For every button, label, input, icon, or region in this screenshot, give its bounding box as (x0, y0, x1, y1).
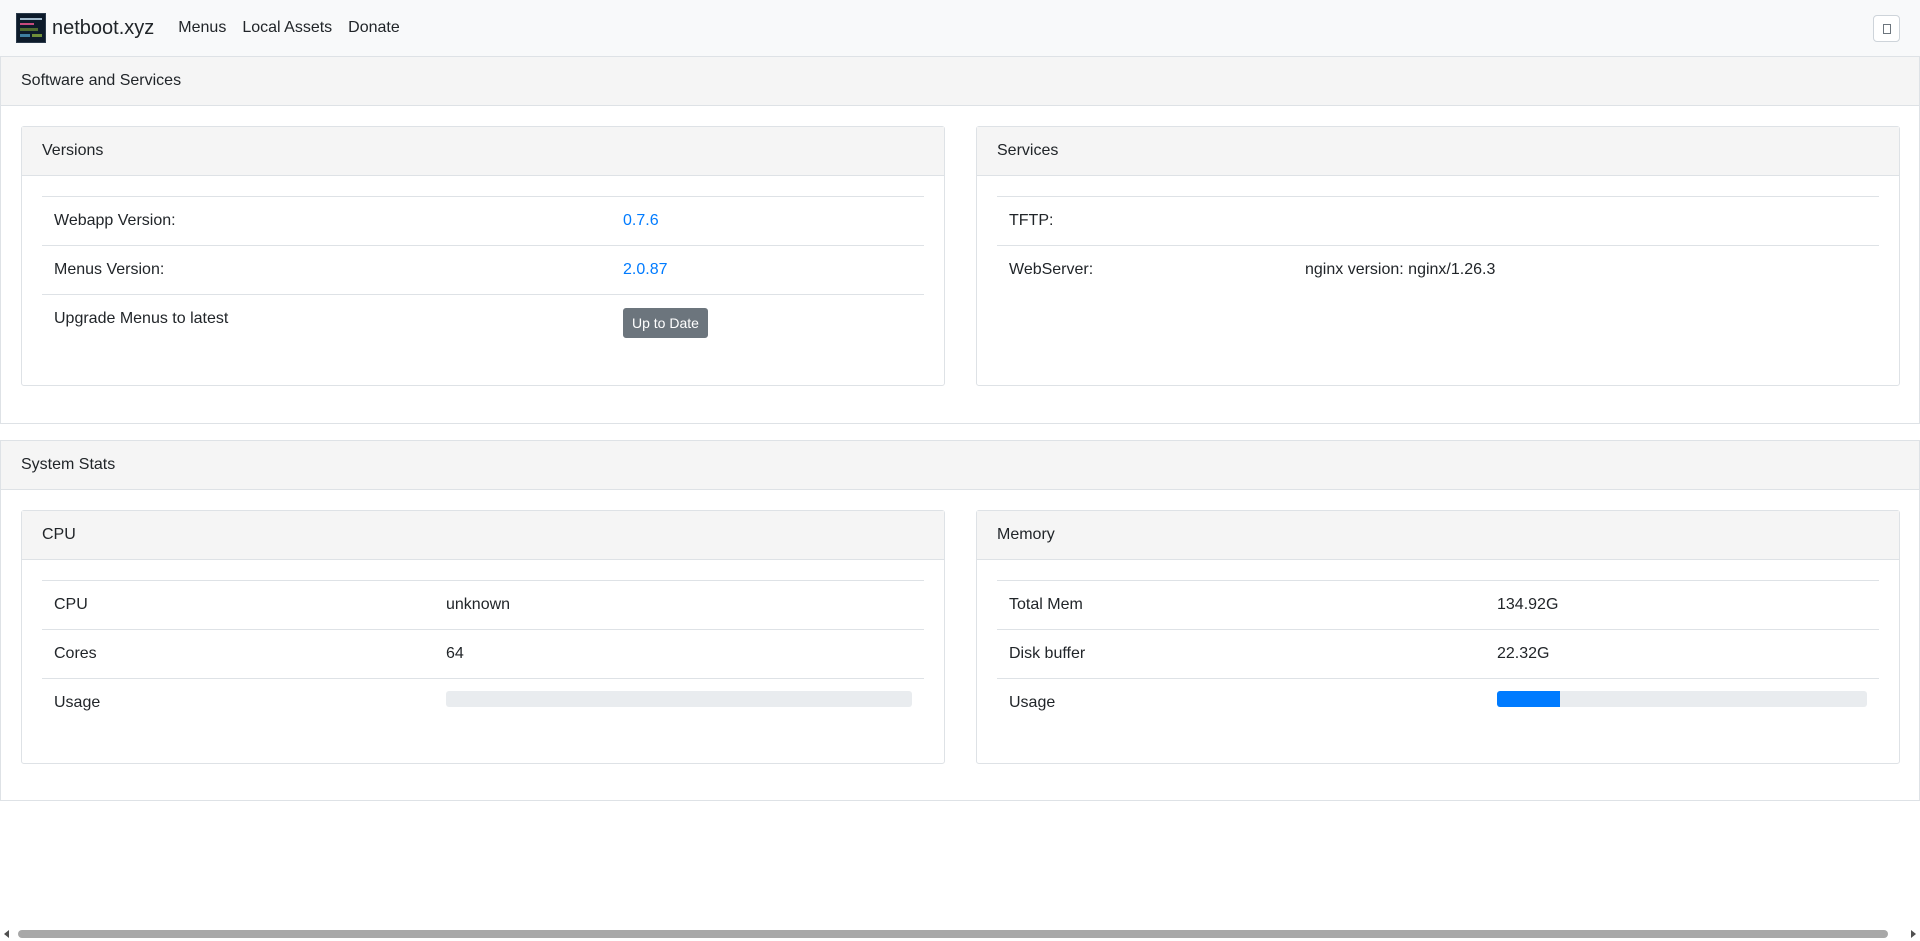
cores-label: Cores (42, 629, 434, 679)
memory-usage-progress-bar (1497, 691, 1560, 707)
table-row: Upgrade Menus to latest Up to Date (42, 294, 924, 357)
up-to-date-button[interactable]: Up to Date (623, 308, 708, 338)
upgrade-menus-label: Upgrade Menus to latest (42, 294, 611, 357)
memory-header: Memory (977, 511, 1899, 560)
cpu-card: CPU CPU unknown Cores 64 Usage (21, 510, 945, 764)
software-services-card: Software and Services Versions Webapp Ve… (0, 56, 1920, 424)
menus-version-link[interactable]: 2.0.87 (623, 261, 667, 278)
cpu-usage-label: Usage (42, 678, 434, 728)
system-stats-card: System Stats CPU CPU unknown Cores 64 Us… (0, 440, 1920, 801)
scrollbar-thumb[interactable] (18, 930, 1888, 938)
cpu-header: CPU (22, 511, 944, 560)
memory-card: Memory Total Mem 134.92G Disk buffer 22.… (976, 510, 1900, 764)
webserver-label: WebServer: (997, 245, 1293, 295)
cpu-label: CPU (42, 580, 434, 630)
brand-name: netboot.xyz (52, 17, 155, 39)
cores-value: 64 (434, 629, 924, 679)
webserver-value: nginx version: nginx/1.26.3 (1293, 245, 1879, 295)
memory-table: Total Mem 134.92G Disk buffer 22.32G Usa… (997, 580, 1879, 728)
total-mem-label: Total Mem (997, 580, 1485, 630)
menus-version-label: Menus Version: (42, 245, 611, 295)
versions-card: Versions Webapp Version: 0.7.6 Menus Ver… (21, 126, 945, 386)
table-row: Disk buffer 22.32G (997, 629, 1879, 679)
cpu-table: CPU unknown Cores 64 Usage (42, 580, 924, 728)
table-row: Usage (997, 678, 1879, 728)
brand-link[interactable]: netboot.xyz (16, 13, 154, 43)
table-row: Usage (42, 678, 924, 728)
disk-buffer-label: Disk buffer (997, 629, 1485, 679)
webapp-version-label: Webapp Version: (42, 196, 611, 246)
services-header: Services (977, 127, 1899, 176)
table-row: Menus Version: 2.0.87 (42, 245, 924, 295)
table-row: Cores 64 (42, 629, 924, 679)
navbar-toggle-button[interactable] (1873, 15, 1900, 42)
services-table: TFTP: WebServer: nginx version: nginx/1.… (997, 196, 1879, 295)
table-row: Total Mem 134.92G (997, 580, 1879, 630)
netboot-logo-icon (16, 13, 46, 43)
tftp-value (1293, 196, 1879, 246)
navbar: netboot.xyz Menus Local Assets Donate (0, 0, 1920, 56)
versions-table: Webapp Version: 0.7.6 Menus Version: 2.0… (42, 196, 924, 357)
webapp-version-link[interactable]: 0.7.6 (623, 212, 659, 229)
horizontal-scrollbar[interactable] (0, 926, 1920, 941)
tftp-label: TFTP: (997, 196, 1293, 246)
nav-link-donate[interactable]: Donate (340, 19, 408, 37)
table-row: Webapp Version: 0.7.6 (42, 196, 924, 246)
services-card: Services TFTP: WebServer: nginx version:… (976, 126, 1900, 386)
total-mem-value: 134.92G (1485, 580, 1879, 630)
table-row: CPU unknown (42, 580, 924, 630)
toggle-icon (1882, 23, 1891, 34)
table-row: WebServer: nginx version: nginx/1.26.3 (997, 245, 1879, 295)
table-row: TFTP: (997, 196, 1879, 246)
disk-buffer-value: 22.32G (1485, 629, 1879, 679)
nav-links: Menus Local Assets Donate (170, 19, 407, 37)
versions-header: Versions (22, 127, 944, 176)
memory-usage-progress (1497, 691, 1867, 707)
cpu-usage-progress (446, 691, 912, 707)
nav-link-menus[interactable]: Menus (170, 19, 234, 37)
system-stats-header: System Stats (1, 441, 1919, 490)
cpu-value: unknown (434, 580, 924, 630)
scroll-left-arrow-icon[interactable] (4, 930, 9, 938)
software-services-header: Software and Services (1, 57, 1919, 106)
nav-link-local-assets[interactable]: Local Assets (234, 19, 340, 37)
scroll-right-arrow-icon[interactable] (1911, 930, 1916, 938)
memory-usage-label: Usage (997, 678, 1485, 728)
